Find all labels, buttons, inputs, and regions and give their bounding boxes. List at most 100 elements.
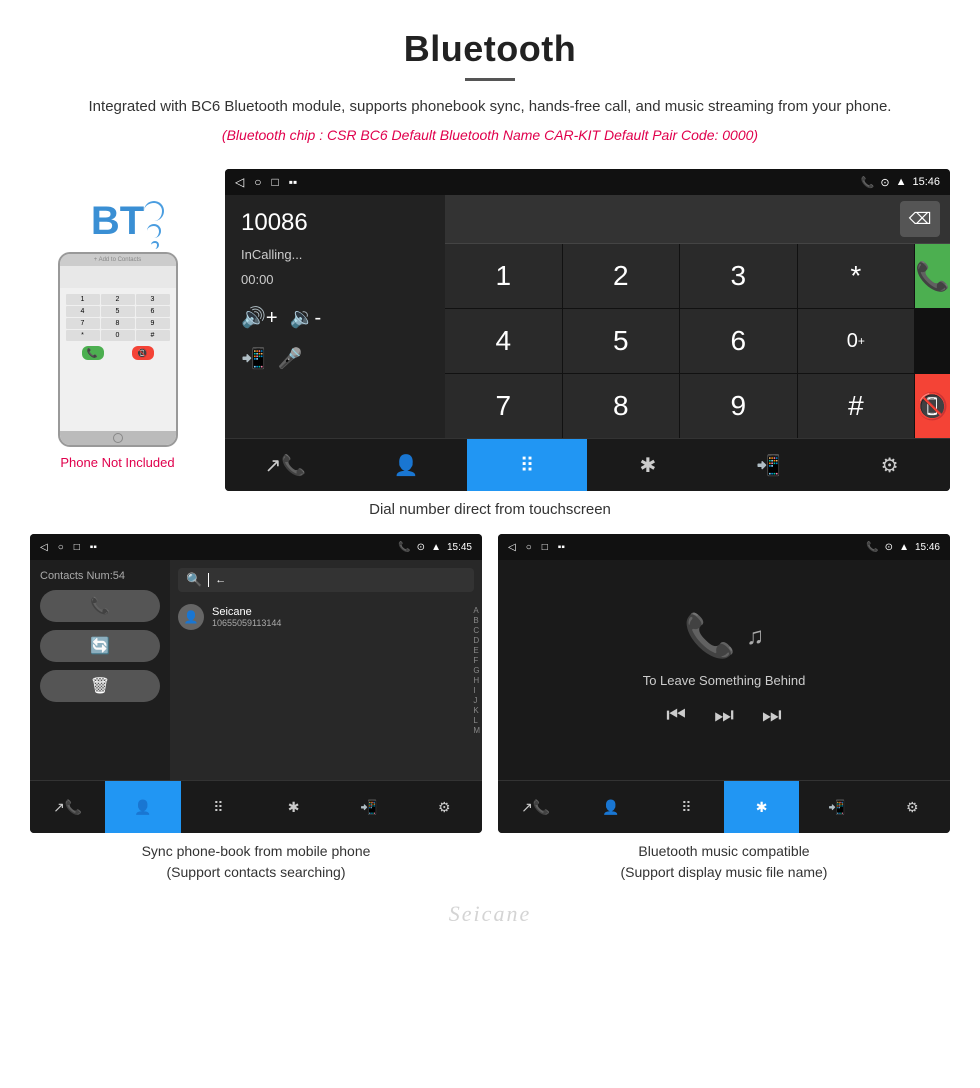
back-nav-icon[interactable]: ◁	[235, 175, 244, 189]
phone-key-0: 0	[101, 330, 135, 341]
key-6[interactable]: 6	[680, 309, 797, 373]
contacts-caption-line1: Sync phone-book from mobile phone	[30, 841, 482, 862]
contacts-time: 15:45	[447, 542, 472, 553]
key-2[interactable]: 2	[563, 244, 680, 308]
alpha-g[interactable]: G	[473, 666, 480, 675]
nav-call-transfer[interactable]: ↗📞	[225, 439, 346, 491]
dialer-input-field[interactable]	[455, 210, 900, 228]
contacts-nav-contacts[interactable]: 👤	[105, 781, 180, 833]
contacts-sync-btn[interactable]: 🔄	[40, 630, 160, 662]
play-pause-button[interactable]: ⏭	[714, 702, 734, 728]
key-5[interactable]: 5	[563, 309, 680, 373]
alpha-h[interactable]: H	[473, 676, 480, 685]
contact-list-item[interactable]: 👤 Seicane 10655059113144	[178, 600, 474, 634]
contacts-caption-line2: (Support contacts searching)	[30, 862, 482, 883]
main-content-row: BT + Add to Contacts 1 2 3	[0, 169, 980, 491]
previous-track-button[interactable]: ⏮	[666, 702, 686, 728]
microphone-icon[interactable]: 🎤	[278, 346, 303, 371]
contacts-nav-call[interactable]: ↗📞	[30, 781, 105, 833]
contacts-home-icon[interactable]: ○	[58, 542, 64, 553]
time-display: 15:46	[912, 176, 940, 188]
music-body: 📞 ♫ To Leave Something Behind ⏮ ⏭ ⏭	[498, 560, 950, 780]
key-8[interactable]: 8	[563, 374, 680, 438]
contacts-search-bar[interactable]: 🔍 ←	[178, 568, 474, 592]
contacts-body: Contacts Num:54 📞 🔄 🗑 🔍 ← 👤	[30, 560, 482, 780]
alpha-k[interactable]: K	[473, 706, 480, 715]
nav-contacts[interactable]: 👤	[346, 439, 467, 491]
search-back-icon[interactable]: ←	[215, 574, 226, 586]
end-call-button[interactable]: 📵	[915, 374, 950, 438]
music-nav-dialpad[interactable]: ⠿	[649, 781, 724, 833]
contacts-recents-icon[interactable]: □	[74, 542, 80, 553]
status-bar-right: 📞 ⊙ ▲ 15:46	[861, 176, 940, 189]
contacts-call-btn[interactable]: 📞	[40, 590, 160, 622]
contacts-screen-wrapper: ◁ ○ □ ▪▪ 📞 ⊙ ▲ 15:45 Contacts Num:54 📞	[30, 534, 482, 883]
alpha-i[interactable]: I	[473, 686, 480, 695]
bluetooth-icon: BT	[91, 199, 144, 243]
contacts-status-right: 📞 ⊙ ▲ 15:45	[398, 542, 472, 553]
home-nav-icon[interactable]: ○	[254, 175, 261, 189]
status-bar: ◁ ○ □ ▪▪ 📞 ⊙ ▲ 15:46	[225, 169, 950, 195]
key-3[interactable]: 3	[680, 244, 797, 308]
backspace-button[interactable]: ⌫	[900, 201, 940, 237]
music-wifi-icon: ▲	[899, 542, 909, 553]
dialer-status-text: InCalling...	[241, 247, 429, 262]
contacts-delete-btn[interactable]: 🗑	[40, 670, 160, 702]
signal-arc-medium	[147, 224, 161, 238]
alpha-c[interactable]: C	[473, 626, 480, 635]
alpha-d[interactable]: D	[473, 636, 480, 645]
key-1[interactable]: 1	[445, 244, 562, 308]
key-0plus[interactable]: 0+	[798, 309, 915, 373]
volume-up-icon[interactable]: 🔊+	[241, 305, 278, 330]
key-star[interactable]: *	[798, 244, 915, 308]
dial-caption: Dial number direct from touchscreen	[0, 501, 980, 518]
alpha-b[interactable]: B	[473, 616, 480, 625]
music-nav-bluetooth[interactable]: ✱	[724, 781, 799, 833]
call-button[interactable]: 📞	[915, 244, 950, 308]
music-screen: ◁ ○ □ ▪▪ 📞 ⊙ ▲ 15:46 📞 ♫ To Leave Someth	[498, 534, 950, 833]
music-nav-call[interactable]: ↗📞	[498, 781, 573, 833]
alpha-m[interactable]: M	[473, 726, 480, 735]
music-status-right: 📞 ⊙ ▲ 15:46	[866, 542, 940, 553]
music-phone-icon: 📞	[866, 542, 878, 553]
page-title: Bluetooth	[40, 28, 940, 70]
next-track-button[interactable]: ⏭	[762, 702, 782, 728]
phone-status-icon: 📞	[861, 176, 875, 189]
music-nav-settings[interactable]: ⚙	[875, 781, 950, 833]
volume-down-icon[interactable]: 🔉-	[290, 305, 322, 330]
contacts-nav-bluetooth[interactable]: ✱	[256, 781, 331, 833]
contacts-nav-dialpad[interactable]: ⠿	[181, 781, 256, 833]
music-back-icon[interactable]: ◁	[508, 542, 516, 553]
alpha-a[interactable]: A	[473, 606, 480, 615]
nav-dialpad[interactable]: ⠿	[467, 439, 588, 491]
contacts-nav-transfer[interactable]: 📲	[331, 781, 406, 833]
music-home-icon[interactable]: ○	[526, 542, 532, 553]
music-nav-transfer[interactable]: 📲	[799, 781, 874, 833]
music-nav-contacts[interactable]: 👤	[573, 781, 648, 833]
key-hash[interactable]: #	[798, 374, 915, 438]
key-4[interactable]: 4	[445, 309, 562, 373]
phone-transfer-icon[interactable]: 📲	[241, 346, 266, 371]
nav-phone-transfer[interactable]: 📲	[708, 439, 829, 491]
recents-nav-icon[interactable]: □	[271, 175, 278, 189]
backspace-icon: ⌫	[909, 209, 932, 229]
alpha-l[interactable]: L	[473, 716, 480, 725]
alpha-f[interactable]: F	[473, 656, 480, 665]
nav-bluetooth[interactable]: ✱	[587, 439, 708, 491]
contacts-nav-settings[interactable]: ⚙	[407, 781, 482, 833]
contacts-phone-icon: 📞	[398, 542, 410, 553]
header-specs: (Bluetooth chip : CSR BC6 Default Blueto…	[40, 127, 940, 143]
alpha-e[interactable]: E	[473, 646, 480, 655]
contact-avatar: 👤	[178, 604, 204, 630]
alpha-j[interactable]: J	[473, 696, 480, 705]
contact-name: Seicane	[212, 606, 474, 618]
phone-illustration: + Add to Contacts 1 2 3 4 5 6 7 8	[58, 252, 178, 447]
contacts-back-icon[interactable]: ◁	[40, 542, 48, 553]
music-caption-line1: Bluetooth music compatible	[498, 841, 950, 862]
music-bottom-nav: ↗📞 👤 ⠿ ✱ 📲 ⚙	[498, 780, 950, 833]
key-7[interactable]: 7	[445, 374, 562, 438]
music-caption: Bluetooth music compatible (Support disp…	[498, 841, 950, 883]
music-recents-icon[interactable]: □	[542, 542, 548, 553]
nav-settings[interactable]: ⚙	[829, 439, 950, 491]
key-9[interactable]: 9	[680, 374, 797, 438]
